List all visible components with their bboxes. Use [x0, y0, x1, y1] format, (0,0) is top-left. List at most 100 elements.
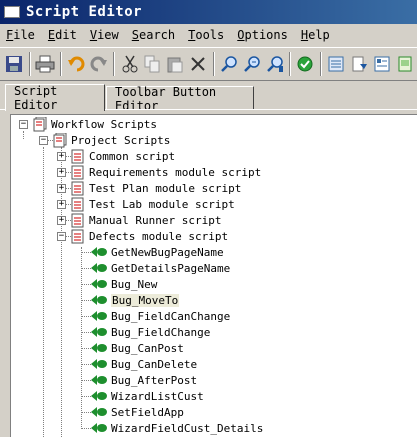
tree-function[interactable]: Bug_FieldChange: [91, 324, 210, 340]
tree-module[interactable]: Test Plan module script: [71, 180, 241, 196]
tree-function[interactable]: GetNewBugPageName: [91, 244, 224, 260]
function-icon: [91, 263, 107, 273]
menu-edit[interactable]: Edit: [42, 28, 84, 42]
tree-function[interactable]: Bug_New: [91, 276, 157, 292]
tree-label: WizardFieldCust_Details: [111, 421, 264, 435]
tree-label: Bug_New: [111, 277, 158, 291]
app-icon: [4, 6, 20, 18]
window-title: Script Editor: [26, 4, 143, 20]
tree-label: Bug_FieldChange: [111, 325, 211, 339]
paste-icon[interactable]: [165, 51, 186, 77]
toolbar-separator: [28, 52, 31, 76]
function-icon: [91, 391, 107, 401]
collapse-toggle[interactable]: −: [39, 136, 48, 145]
tree-label: GetDetailsPageName: [111, 261, 231, 275]
tree-label: Test Lab module script: [89, 197, 235, 211]
tab-label: Script Editor: [14, 84, 58, 112]
tree-root[interactable]: Workflow Scripts: [33, 116, 157, 132]
tree-module[interactable]: Test Lab module script: [71, 196, 235, 212]
tree-module[interactable]: Defects module script: [71, 228, 228, 244]
expand-toggle[interactable]: +: [57, 200, 66, 209]
tree-module[interactable]: Manual Runner script: [71, 212, 221, 228]
collapse-toggle[interactable]: −: [19, 120, 28, 129]
menu-options[interactable]: Options: [231, 28, 295, 42]
tab-script-editor[interactable]: Script Editor: [5, 84, 105, 112]
tree-function[interactable]: Bug_CanDelete: [91, 356, 197, 372]
tree-label: Bug_MoveTo: [111, 293, 180, 307]
expand-toggle[interactable]: +: [57, 168, 66, 177]
toolbar-separator: [319, 52, 322, 76]
function-icon: [91, 359, 107, 369]
document-icon: [71, 197, 84, 211]
tree-label: Requirements module script: [89, 165, 262, 179]
tree-label: Bug_CanPost: [111, 341, 184, 355]
function-icon: [91, 311, 107, 321]
expand-toggle[interactable]: +: [57, 216, 66, 225]
function-icon: [91, 279, 107, 289]
tree-function-selected[interactable]: Bug_MoveTo: [91, 292, 180, 308]
document-icon: [71, 229, 84, 243]
menu-bar: File Edit View Search Tools Options Help: [0, 25, 417, 45]
properties-icon[interactable]: [371, 51, 392, 77]
toolbar-separator: [212, 52, 215, 76]
tree-label: Bug_AfterPost: [111, 373, 198, 387]
tree-label: SetFieldApp: [111, 405, 184, 419]
tree-label: Bug_FieldCanChange: [111, 309, 231, 323]
function-icon: [91, 247, 107, 257]
document-icon: [71, 181, 84, 195]
tree-function[interactable]: GetDetailsPageName: [91, 260, 230, 276]
toolbar-separator: [113, 52, 116, 76]
menu-search[interactable]: Search: [126, 28, 182, 42]
tree-function[interactable]: SetFieldApp: [91, 404, 184, 420]
tree-function[interactable]: Bug_CanPost: [91, 340, 184, 356]
menu-file[interactable]: File: [0, 28, 42, 42]
list-icon[interactable]: [326, 51, 347, 77]
menu-view[interactable]: View: [84, 28, 126, 42]
function-icon: [91, 407, 107, 417]
tree-label: Manual Runner script: [89, 213, 222, 227]
import-icon[interactable]: [349, 51, 370, 77]
tab-toolbar-button-editor[interactable]: Toolbar Button Editor: [106, 85, 254, 113]
tree-module[interactable]: Requirements module script: [71, 164, 261, 180]
function-icon: [91, 295, 107, 305]
tree-function[interactable]: Bug_FieldCanChange: [91, 308, 230, 324]
tree-module[interactable]: Common script: [71, 148, 175, 164]
find-icon[interactable]: [219, 51, 240, 77]
find-next-icon[interactable]: [241, 51, 262, 77]
tree-function[interactable]: Bug_AfterPost: [91, 372, 197, 388]
undo-icon[interactable]: [66, 51, 87, 77]
redo-icon[interactable]: [88, 51, 109, 77]
menu-help[interactable]: Help: [295, 28, 337, 42]
print-icon[interactable]: [35, 51, 56, 77]
document-stack-icon: [33, 116, 47, 131]
script-tree: − Workflow Scripts − Project Scripts + C…: [10, 114, 417, 437]
save-icon[interactable]: [4, 51, 25, 77]
toolbar-separator: [288, 52, 291, 76]
tree-label: Defects module script: [89, 229, 229, 243]
collapse-toggle[interactable]: −: [57, 232, 66, 241]
menu-tools[interactable]: Tools: [182, 28, 231, 42]
expand-toggle[interactable]: +: [57, 152, 66, 161]
document-icon: [71, 149, 84, 163]
tree-project-scripts[interactable]: Project Scripts: [53, 132, 170, 148]
tree-label: Workflow Scripts: [51, 117, 157, 131]
tree-label: Common script: [89, 149, 176, 163]
tree-label: Bug_CanDelete: [111, 357, 198, 371]
replace-icon[interactable]: [264, 51, 285, 77]
cut-icon[interactable]: [119, 51, 140, 77]
function-icon: [91, 343, 107, 353]
tree-function[interactable]: WizardFieldCust_Details: [91, 420, 263, 436]
tree-label: WizardListCust: [111, 389, 204, 403]
function-icon: [91, 375, 107, 385]
document-icon: [71, 165, 84, 179]
toolbar-separator: [59, 52, 62, 76]
copy-icon[interactable]: [142, 51, 163, 77]
delete-icon[interactable]: [188, 51, 209, 77]
syntax-check-icon[interactable]: [295, 51, 316, 77]
toolbar: [0, 47, 417, 81]
tree-label: GetNewBugPageName: [111, 245, 224, 259]
page-icon[interactable]: [394, 51, 415, 77]
tree-label: Test Plan module script: [89, 181, 242, 195]
expand-toggle[interactable]: +: [57, 184, 66, 193]
tree-function[interactable]: WizardListCust: [91, 388, 204, 404]
